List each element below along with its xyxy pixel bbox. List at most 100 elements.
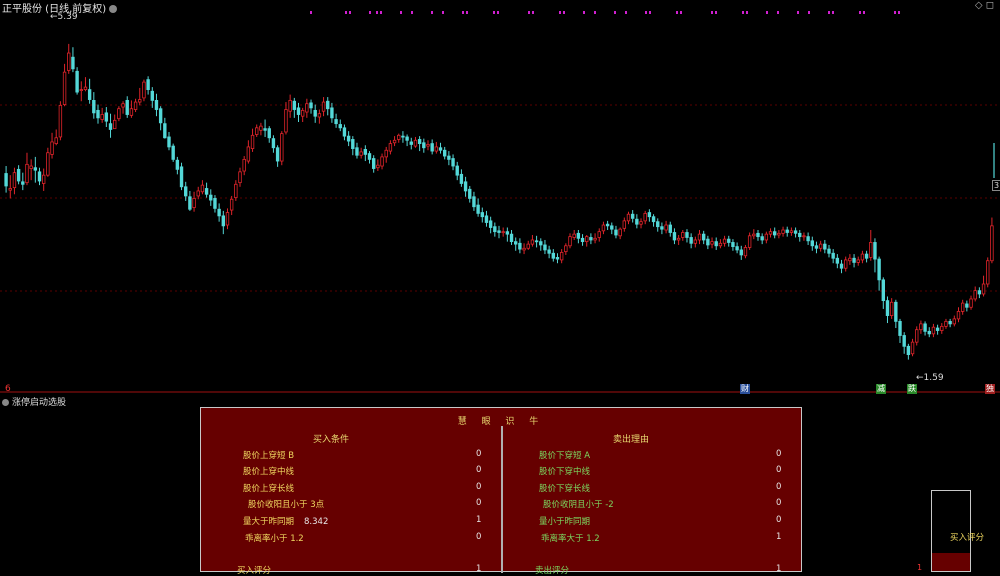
candle-body xyxy=(802,235,806,238)
sell-row-label: 股价下穿长线 xyxy=(539,484,591,494)
candle-body xyxy=(605,223,610,227)
candle-body xyxy=(885,300,890,316)
signal-marker xyxy=(614,11,616,14)
candle-body xyxy=(856,259,860,263)
candle-body xyxy=(848,257,852,262)
candle-body xyxy=(614,229,618,236)
candle-body xyxy=(488,220,493,228)
candle-body xyxy=(196,190,200,197)
event-badge-reduce[interactable]: 减 xyxy=(876,384,886,394)
panel-divider xyxy=(501,426,503,573)
candle-body xyxy=(455,165,459,176)
buy-header: 买入条件 xyxy=(313,435,350,445)
signal-marker xyxy=(376,11,378,14)
signal-marker xyxy=(894,11,896,14)
buy-row-label: 股价上穿中线 xyxy=(243,467,295,477)
candle-body xyxy=(305,103,309,113)
signal-marker xyxy=(645,11,647,14)
candle-body xyxy=(271,138,276,149)
candle-body xyxy=(639,221,643,225)
candle-body xyxy=(827,248,831,254)
candle-body xyxy=(743,247,748,257)
candle-body xyxy=(83,86,88,90)
candle-body xyxy=(434,146,439,152)
candle-body xyxy=(873,242,877,260)
signal-marker xyxy=(680,11,682,14)
candle-body xyxy=(747,235,752,248)
settings-circle-icon[interactable] xyxy=(109,5,118,13)
candle-body xyxy=(54,137,58,145)
candle-body xyxy=(12,172,17,189)
candle-body xyxy=(330,107,334,119)
candle-body xyxy=(731,242,735,248)
candle-body xyxy=(555,257,560,260)
signal-marker xyxy=(808,11,810,14)
candle-body xyxy=(839,263,844,269)
candle-body xyxy=(8,188,12,191)
candle-body xyxy=(877,258,881,281)
signal-marker xyxy=(859,11,861,14)
candle-body xyxy=(292,100,297,110)
buy-row-extra: 8.342 xyxy=(304,517,329,527)
candle-body xyxy=(129,108,134,116)
candle-body xyxy=(823,243,827,250)
indicator-settings-icon[interactable] xyxy=(2,399,9,406)
candle-body xyxy=(163,123,167,139)
candle-body xyxy=(117,108,121,120)
event-badge-fall[interactable]: 跌 xyxy=(907,384,917,394)
candle-body xyxy=(580,237,585,243)
candle-body xyxy=(376,164,380,169)
candle-body xyxy=(242,158,246,172)
candle-body xyxy=(785,229,789,233)
candle-body xyxy=(288,100,292,112)
candle-body xyxy=(108,123,113,130)
candle-body xyxy=(234,183,238,199)
candle-body xyxy=(814,245,819,249)
signal-marker xyxy=(497,11,499,14)
candle-body xyxy=(689,237,693,244)
window-controls[interactable]: ◇ ◻ xyxy=(975,0,994,11)
candle-body xyxy=(806,236,810,242)
candle-body xyxy=(142,81,146,99)
sell-score-value: 1 xyxy=(776,564,782,574)
candle-body xyxy=(618,228,622,237)
sell-row-value: 0 xyxy=(776,449,782,459)
candle-body xyxy=(4,173,8,187)
candle-body xyxy=(551,252,555,259)
candle-body xyxy=(660,226,664,230)
candle-body xyxy=(250,134,255,149)
candle-body xyxy=(543,244,547,251)
candle-body xyxy=(589,237,593,241)
candle-body xyxy=(447,155,451,160)
candle-body xyxy=(894,301,898,322)
candle-body xyxy=(359,151,363,156)
signal-marker xyxy=(863,11,865,14)
candle-body xyxy=(175,159,180,170)
candle-body xyxy=(990,225,994,262)
sell-score-label: 卖出评分 xyxy=(535,566,570,576)
candle-body xyxy=(564,245,568,253)
candle-body xyxy=(200,184,205,193)
candle-body xyxy=(463,181,468,192)
sell-row-label: 股价下穿短 A xyxy=(539,451,591,461)
candle-body xyxy=(973,290,977,300)
candle-body xyxy=(559,252,564,261)
candle-body xyxy=(334,119,338,125)
candle-body xyxy=(367,153,372,160)
candle-body xyxy=(864,253,869,259)
candle-body xyxy=(952,318,957,325)
candle-body xyxy=(514,241,518,245)
indicator-title: 涨停启动选股 xyxy=(2,395,66,408)
signal-marker xyxy=(559,11,561,14)
candle-body xyxy=(58,104,63,138)
signal-marker xyxy=(431,11,433,14)
candle-body xyxy=(37,171,42,182)
candle-body xyxy=(171,145,175,160)
candle-body xyxy=(225,212,230,226)
candle-body xyxy=(869,242,873,258)
candle-body xyxy=(630,213,635,219)
event-badge-finance[interactable]: 财 xyxy=(740,384,750,394)
candle-body xyxy=(622,220,627,229)
candle-body xyxy=(313,109,317,117)
event-badge-solo[interactable]: 独 xyxy=(985,384,995,394)
